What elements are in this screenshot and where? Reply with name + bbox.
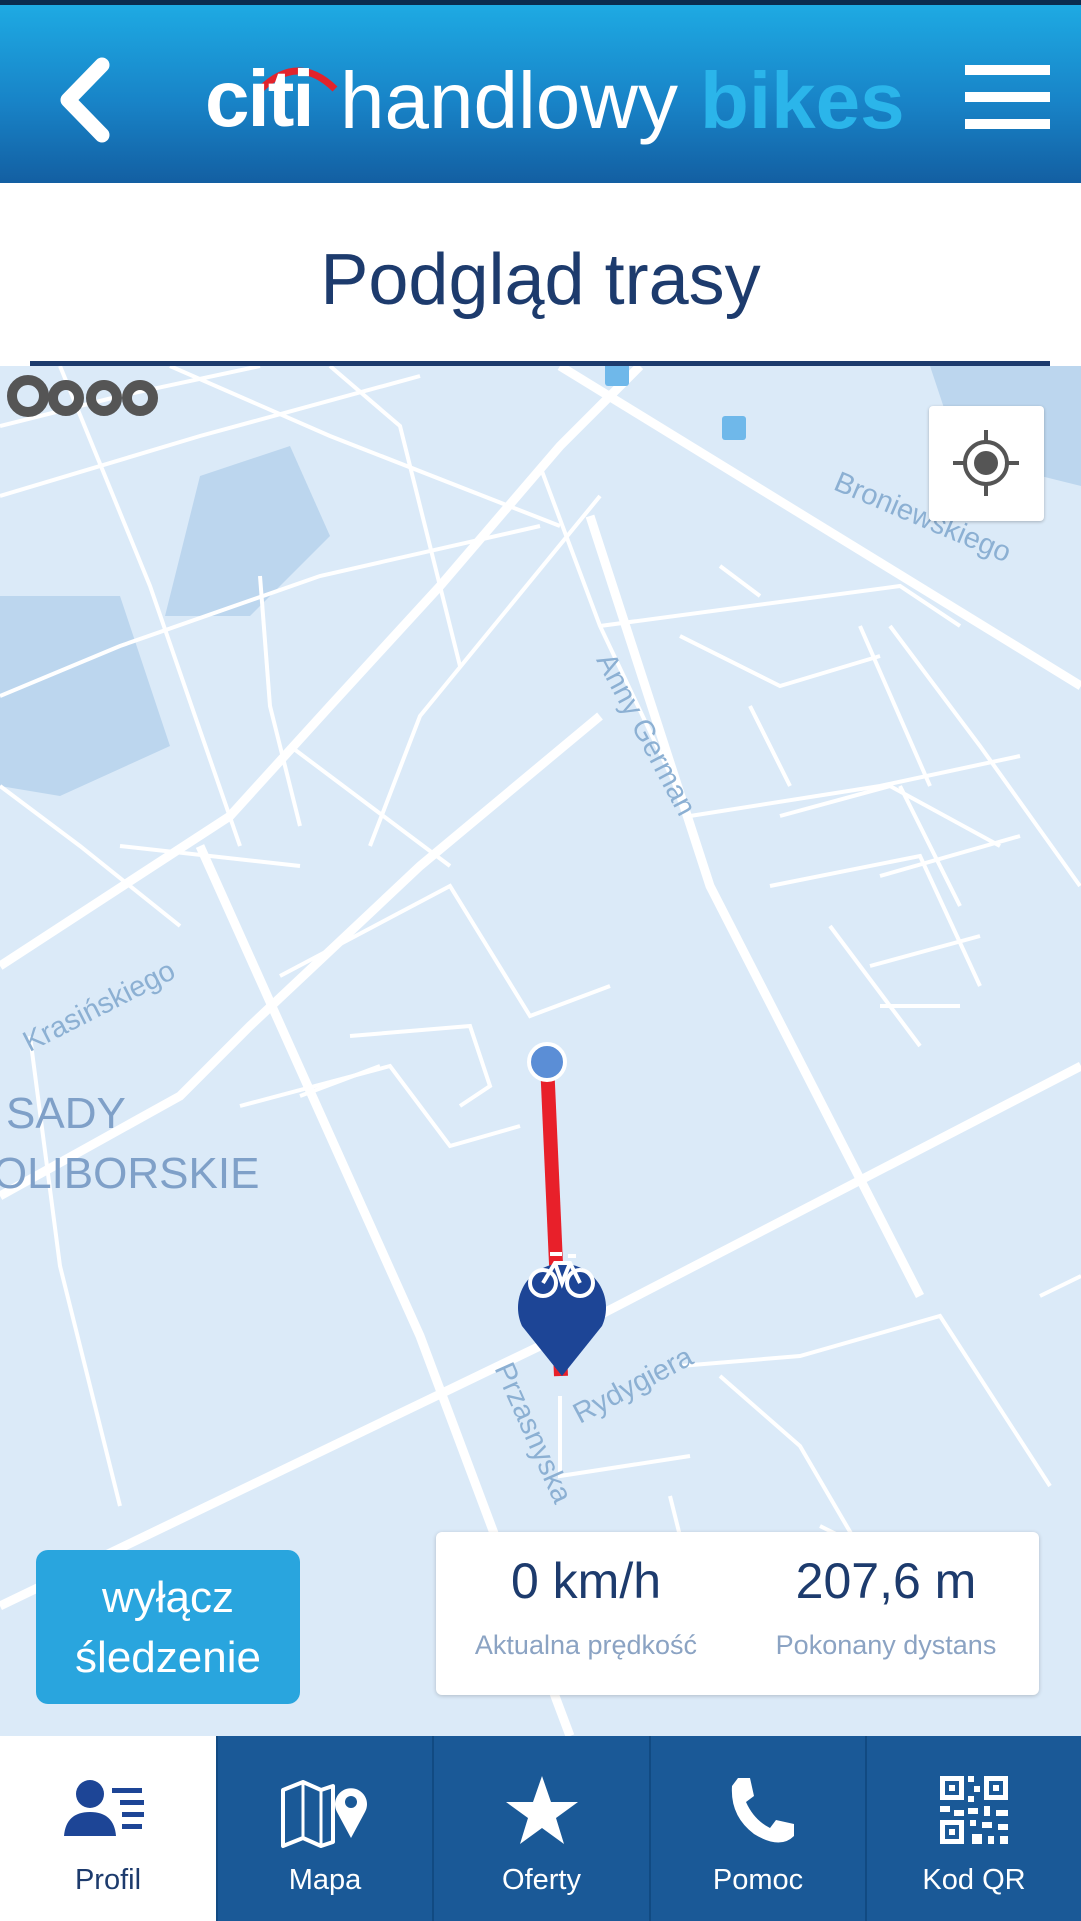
hamburger-menu-button[interactable] — [965, 65, 1050, 131]
chevron-left-icon — [60, 57, 110, 143]
nav-item-profil[interactable]: Profil — [0, 1736, 216, 1921]
route-map[interactable]: Broniewskiego Anny German Krasińskiego R… — [0, 366, 1081, 1736]
menu-line — [965, 92, 1050, 102]
nav-item-pomoc[interactable]: Pomoc — [649, 1736, 865, 1921]
logo-handlowy-text: handlowy — [340, 56, 679, 145]
bottom-navigation: Profil Mapa Oferty Pomoc Kod QR — [0, 1736, 1081, 1921]
profile-icon — [64, 1780, 144, 1836]
title-area: Podgląd trasy — [0, 183, 1081, 366]
stop-tracking-button[interactable]: wyłącz śledzenie — [36, 1550, 300, 1704]
district-label: SADY ŻOLIBORSKIE — [0, 1084, 259, 1204]
ride-stats-panel: 0 km/h Aktualna prędkość 207,6 m Pokonan… — [436, 1532, 1039, 1695]
speed-label: Aktualna prędkość — [474, 1630, 698, 1660]
district-label-line2: ŻOLIBORSKIE — [0, 1149, 260, 1198]
nav-label: Kod QR — [922, 1864, 1026, 1896]
nav-label: Oferty — [502, 1864, 581, 1896]
nav-item-kod-qr[interactable]: Kod QR — [865, 1736, 1081, 1921]
speed-stat: 0 km/h Aktualna prędkość — [436, 1552, 736, 1661]
back-button[interactable] — [50, 55, 120, 145]
nav-item-oferty[interactable]: Oferty — [432, 1736, 649, 1921]
star-icon — [505, 1776, 578, 1844]
route-start-point — [527, 1042, 567, 1082]
nav-label: Pomoc — [712, 1864, 804, 1896]
district-label-line1: SADY — [6, 1089, 126, 1138]
logo-citi-text: citi — [205, 54, 315, 143]
stop-tracking-line1: wyłącz — [101, 1573, 235, 1622]
page-title: Podgląd trasy — [320, 240, 761, 320]
nav-label: Mapa — [288, 1864, 362, 1896]
speed-value: 0 km/h — [510, 1553, 662, 1609]
my-location-button[interactable] — [929, 406, 1044, 521]
phone-icon — [731, 1778, 794, 1843]
distance-label: Pokonany dystans — [775, 1630, 997, 1660]
app-header: citi handlowy bikes — [0, 0, 1081, 183]
stop-tracking-line2: śledzenie — [75, 1633, 261, 1682]
logo-bikes-text: bikes — [700, 56, 905, 145]
map-streets — [0, 366, 1081, 1736]
map-icon — [281, 1780, 367, 1848]
nav-item-mapa[interactable]: Mapa — [216, 1736, 432, 1921]
nav-label: Profil — [74, 1864, 142, 1896]
distance-stat: 207,6 m Pokonany dystans — [736, 1552, 1036, 1661]
bike-location-marker — [518, 1252, 606, 1376]
crosshair-icon — [953, 430, 1019, 496]
menu-line — [965, 65, 1050, 75]
distance-value: 207,6 m — [795, 1553, 977, 1609]
qr-code-icon — [940, 1776, 1008, 1844]
google-logo — [7, 375, 158, 417]
citi-handlowy-bikes-logo: citi handlowy bikes — [205, 35, 905, 155]
menu-line — [965, 119, 1050, 129]
